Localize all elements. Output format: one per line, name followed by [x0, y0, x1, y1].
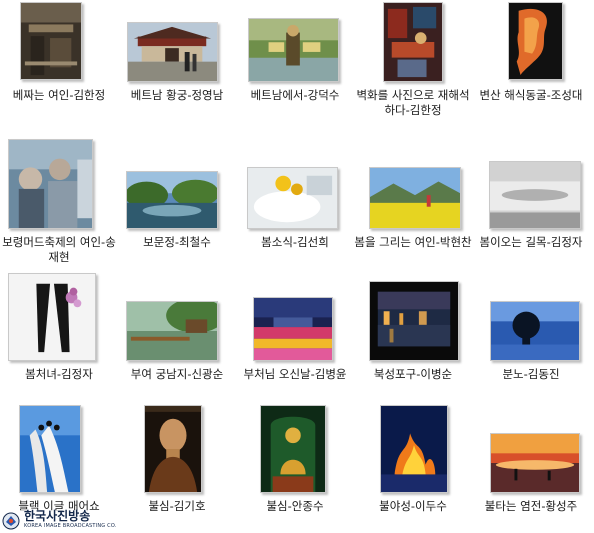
thumbnail-image[interactable]: [369, 281, 459, 361]
file-caption: 봄이오는 길목-김정자: [479, 235, 583, 249]
thumbnail-image[interactable]: [490, 433, 580, 493]
file-item[interactable]: 분노-김동진: [472, 271, 590, 401]
file-caption: 베트남에서-강덕수: [250, 88, 340, 102]
thumbnail-image[interactable]: [19, 405, 81, 493]
thumbnail-image[interactable]: [8, 139, 93, 229]
thumbnail-image[interactable]: [508, 2, 563, 80]
thumbnail-image[interactable]: [8, 273, 96, 361]
file-caption: 베트남 황궁-정영남: [130, 88, 224, 102]
file-item[interactable]: 봄소식-김선희: [236, 137, 354, 267]
file-caption: 벽화를 사진으로 재해석하다-김한정: [356, 88, 470, 117]
file-caption: 불심-안종수: [266, 499, 324, 513]
file-item[interactable]: 보문정-최철수: [118, 137, 236, 267]
file-item[interactable]: 봄을 그리는 여인-박현찬: [354, 137, 472, 267]
thumbnail-image[interactable]: [253, 297, 333, 361]
file-caption: 불타는 염전-황성주: [484, 499, 578, 513]
file-caption: 보령머드축제의 여인-송재현: [2, 235, 116, 264]
file-caption: 분노-김동진: [502, 367, 560, 381]
file-caption: 봄을 그리는 여인-박현찬: [354, 235, 472, 249]
watermark: 한국사진방송 KOREA IMAGE BROADCASTING CO.: [0, 510, 117, 532]
thumbnail-image[interactable]: [489, 161, 581, 229]
file-caption: 불심-김기호: [148, 499, 206, 513]
file-item[interactable]: 불심-김기호: [118, 403, 236, 533]
file-item[interactable]: 불야성-이두수: [354, 403, 472, 533]
file-item[interactable]: 봄처녀-김정자: [0, 271, 118, 401]
file-caption: 부처님 오신날-김병윤: [243, 367, 347, 381]
file-caption: 봄소식-김선희: [261, 235, 329, 249]
file-item[interactable]: 불타는 염전-황성주: [472, 403, 590, 533]
thumbnail-grid: 베짜는 여인-김한정 베트남 황궁-정영남 베트남에서-강덕수 벽화를 사진으로…: [0, 0, 594, 533]
file-item[interactable]: 베트남에서-강덕수: [236, 0, 354, 125]
thumbnail-image[interactable]: [383, 2, 443, 82]
thumbnail-image[interactable]: [380, 405, 448, 493]
file-caption: 변산 해식동굴-조성대: [479, 88, 583, 102]
broadcast-logo-icon: [2, 512, 20, 530]
thumbnail-image[interactable]: [126, 301, 218, 361]
file-caption: 베짜는 여인-김한정: [12, 88, 106, 102]
file-item[interactable]: 변산 해식동굴-조성대: [472, 0, 590, 125]
watermark-korean: 한국사진방송: [24, 509, 91, 523]
file-caption: 불야성-이두수: [379, 499, 447, 513]
thumbnail-image[interactable]: [247, 167, 338, 229]
file-caption: 북성포구-이병순: [373, 367, 453, 381]
thumbnail-image[interactable]: [490, 301, 580, 361]
file-item[interactable]: 베짜는 여인-김한정: [0, 0, 118, 125]
file-item[interactable]: 베트남 황궁-정영남: [118, 0, 236, 125]
thumbnail-image[interactable]: [248, 18, 339, 82]
file-item[interactable]: 봄이오는 길목-김정자: [472, 137, 590, 267]
file-caption: 봄처녀-김정자: [25, 367, 93, 381]
thumbnail-image[interactable]: [144, 405, 202, 493]
file-item[interactable]: 보령머드축제의 여인-송재현: [0, 137, 118, 267]
watermark-english: KOREA IMAGE BROADCASTING CO.: [24, 523, 117, 529]
file-item[interactable]: 벽화를 사진으로 재해석하다-김한정: [354, 0, 472, 125]
file-item[interactable]: 북성포구-이병순: [354, 271, 472, 401]
file-item[interactable]: 부여 궁남지-신광순: [118, 271, 236, 401]
thumbnail-image[interactable]: [127, 22, 218, 82]
thumbnail-image[interactable]: [20, 2, 82, 80]
file-item[interactable]: 부처님 오신날-김병윤: [236, 271, 354, 401]
file-caption: 보문정-최철수: [143, 235, 211, 249]
file-caption: 부여 궁남지-신광순: [130, 367, 224, 381]
file-item[interactable]: 불심-안종수: [236, 403, 354, 533]
thumbnail-image[interactable]: [260, 405, 326, 493]
thumbnail-image[interactable]: [369, 167, 461, 229]
thumbnail-image[interactable]: [126, 171, 218, 229]
